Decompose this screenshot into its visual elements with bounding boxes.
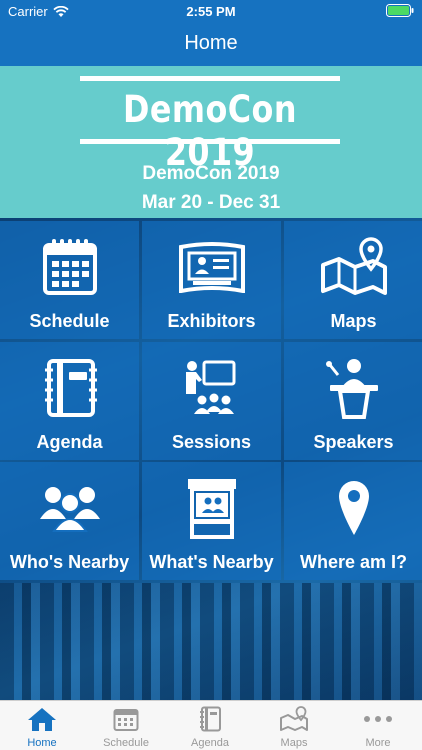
tile-where-am-i[interactable]: Where am I? <box>284 462 422 580</box>
tab-label: More <box>365 737 391 749</box>
tile-whats-nearby[interactable]: What's Nearby <box>142 462 281 580</box>
tab-bar: Home Schedule Agenda Maps More <box>0 700 422 750</box>
tile-label: Agenda <box>36 432 103 452</box>
event-logo: DemoCon 2019 <box>80 76 340 174</box>
calendar-icon <box>84 705 168 733</box>
map-icon <box>284 231 422 303</box>
people-group-icon <box>0 472 139 544</box>
tile-label: What's Nearby <box>149 552 274 572</box>
tile-label: Sessions <box>171 432 252 452</box>
tile-schedule[interactable]: Schedule <box>0 221 139 339</box>
tab-schedule[interactable]: Schedule <box>84 701 168 750</box>
page-title: Home <box>184 32 238 54</box>
tile-whos-nearby[interactable]: Who's Nearby <box>0 462 139 580</box>
tile-label: Where am I? <box>299 552 408 572</box>
status-bar: Carrier 2:55 PM <box>0 0 422 22</box>
logo-rule-top <box>80 76 340 81</box>
event-name: DemoCon 2019 <box>142 163 280 184</box>
calendar-icon <box>0 231 139 303</box>
tile-agenda[interactable]: Agenda <box>0 342 139 460</box>
tab-maps[interactable]: Maps <box>252 701 336 750</box>
tile-sessions[interactable]: Sessions <box>142 342 281 460</box>
tab-home[interactable]: Home <box>0 701 84 750</box>
battery-icon <box>386 4 414 20</box>
tile-label: Exhibitors <box>167 311 256 331</box>
tile-exhibitors[interactable]: Exhibitors <box>142 221 281 339</box>
logo-text: DemoCon 2019 <box>123 88 297 174</box>
tab-label: Home <box>27 737 57 749</box>
notebook-icon <box>0 352 139 424</box>
tab-agenda[interactable]: Agenda <box>168 701 252 750</box>
map-icon <box>252 705 336 733</box>
logo-rule-bottom <box>80 139 340 144</box>
event-dates: Mar 20 - Dec 31 <box>141 192 281 213</box>
home-icon <box>0 705 84 733</box>
tile-label: Schedule <box>29 311 110 331</box>
booth-icon <box>142 472 281 544</box>
exhibitor-booth-icon <box>142 231 281 303</box>
tab-more[interactable]: More <box>336 701 420 750</box>
tab-label: Agenda <box>191 737 229 749</box>
presentation-icon <box>142 352 281 424</box>
tile-maps[interactable]: Maps <box>284 221 422 339</box>
location-pin-icon <box>284 472 422 544</box>
event-banner: DemoCon 2019 DemoCon 2019 Mar 20 - Dec 3… <box>0 66 422 218</box>
clock: 2:55 PM <box>186 4 236 19</box>
tile-speakers[interactable]: Speakers <box>284 342 422 460</box>
tile-label: Who's Nearby <box>9 552 130 572</box>
menu-grid: Schedule Exhibitors Maps Agenda Sessions… <box>0 218 422 700</box>
background-photo <box>0 583 422 700</box>
navigation-bar: Home <box>0 22 422 66</box>
notebook-icon <box>168 705 252 733</box>
tile-label: Maps <box>330 311 377 331</box>
tab-label: Maps <box>280 737 308 749</box>
tile-label: Speakers <box>313 432 394 452</box>
podium-icon <box>284 352 422 424</box>
more-dots-icon <box>336 705 420 733</box>
tab-label: Schedule <box>103 737 149 749</box>
